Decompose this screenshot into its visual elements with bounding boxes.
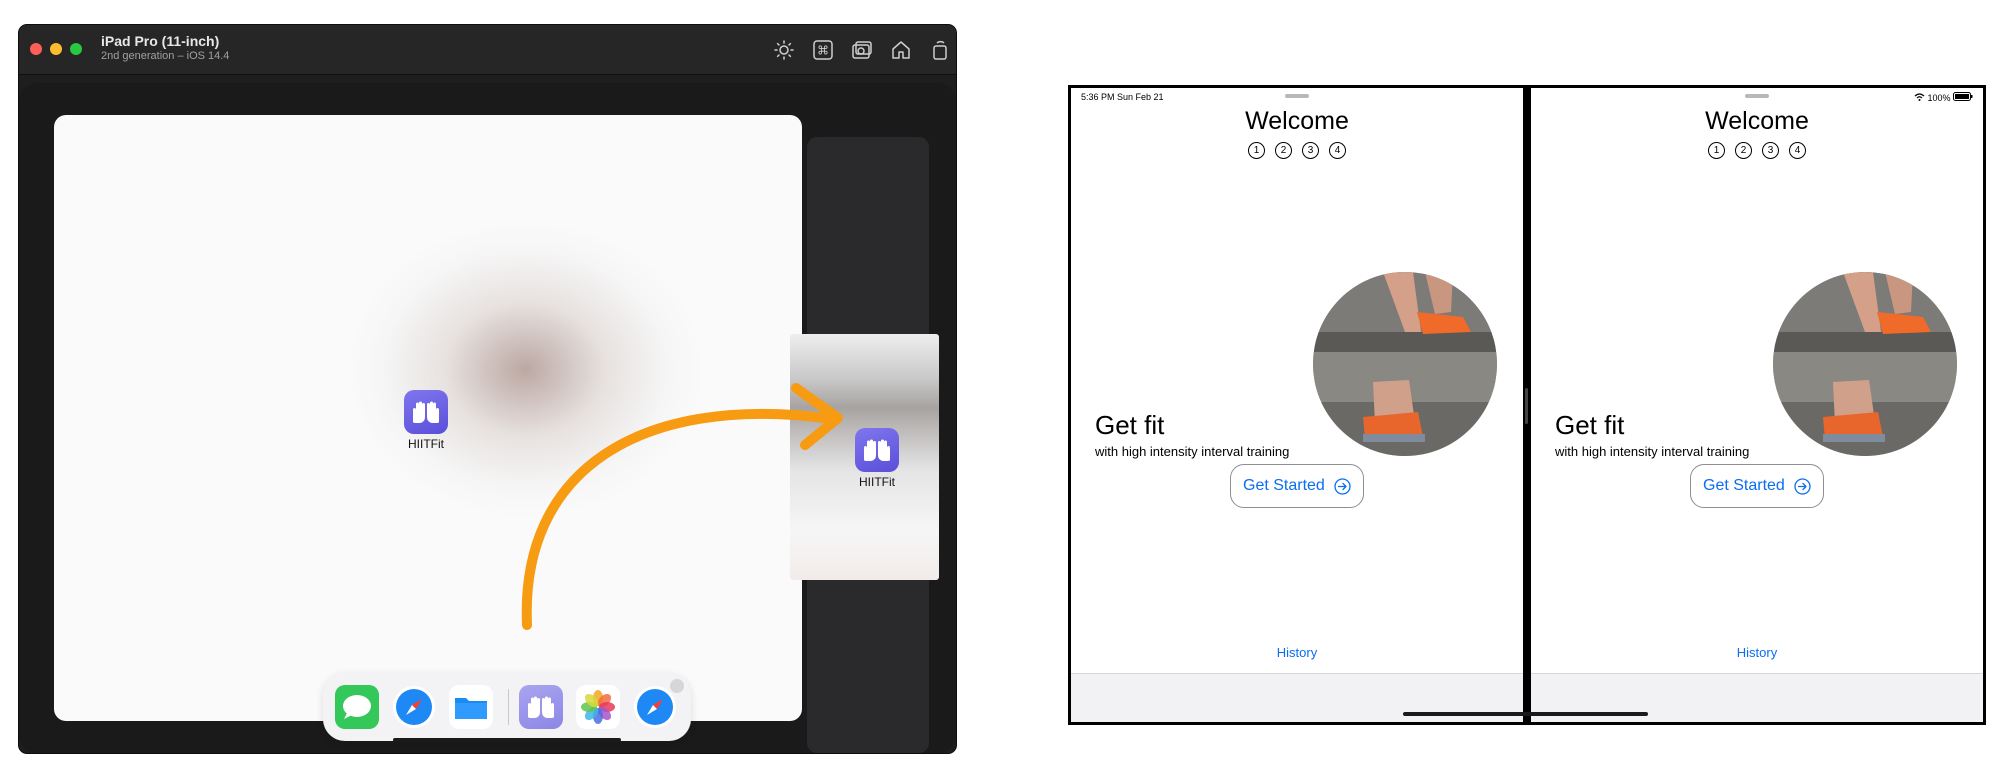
brightness-icon[interactable] [772, 38, 796, 62]
svg-text:⌘: ⌘ [817, 44, 829, 58]
dock [323, 673, 691, 741]
hiitfit-drag-label: HIITFit [859, 475, 895, 489]
page-3-indicator[interactable]: 3 [1762, 142, 1779, 159]
rotate-icon[interactable] [928, 38, 952, 62]
step-up-photo [1313, 272, 1497, 456]
screenshot-icon[interactable] [850, 38, 874, 62]
page-indicators: 1234 [1531, 140, 1983, 159]
device-detail: 2nd generation – iOS 14.4 [101, 50, 230, 62]
get-started-button[interactable]: Get Started [1690, 464, 1824, 508]
pane-grabber[interactable] [1745, 94, 1769, 98]
home-indicator[interactable] [393, 738, 621, 742]
page-1-indicator[interactable]: 1 [1708, 142, 1725, 159]
page-1-indicator[interactable]: 1 [1248, 142, 1265, 159]
get-fit-tagline: with high intensity interval training [1095, 444, 1290, 459]
close-window-button[interactable] [30, 43, 42, 55]
get-started-label: Get Started [1703, 477, 1785, 494]
get-started-label: Get Started [1243, 477, 1325, 494]
safari-icon[interactable] [392, 685, 436, 729]
arrow-right-circle-icon [1334, 478, 1351, 495]
hiitfit-app-label: HIITFit [408, 437, 444, 451]
dock-divider [508, 689, 509, 725]
minimize-window-button[interactable] [50, 43, 62, 55]
simulator-titlebar: iPad Pro (11-inch) 2nd generation – iOS … [19, 25, 956, 75]
battery-percent: 100% [1927, 93, 1951, 103]
safari-icon[interactable] [633, 685, 677, 729]
hiitfit-app-icon[interactable] [404, 390, 448, 434]
dock-remove-badge[interactable] [670, 679, 684, 693]
messages-icon[interactable] [335, 685, 379, 729]
split-view-screen: 5:36 PM Sun Feb 21 Welcome 1234 Get fit … [1068, 85, 1986, 725]
hiitfit-drag-icon [855, 428, 899, 472]
zoom-window-button[interactable] [70, 43, 82, 55]
command-icon[interactable]: ⌘ [811, 38, 835, 62]
hiitfit-icon[interactable] [519, 685, 563, 729]
page-4-indicator[interactable]: 4 [1329, 142, 1346, 159]
get-fit-tagline: with high intensity interval training [1555, 444, 1750, 459]
drag-preview[interactable]: HIITFit [790, 334, 939, 580]
device-name: iPad Pro (11-inch) [101, 33, 220, 49]
page-2-indicator[interactable]: 2 [1275, 142, 1292, 159]
simulator-window: iPad Pro (11-inch) 2nd generation – iOS … [19, 25, 956, 753]
status-time: 5:36 PM Sun Feb 21 [1081, 92, 1164, 102]
battery-icon [1953, 92, 1973, 103]
left-pane: 5:36 PM Sun Feb 21 Welcome 1234 Get fit … [1071, 88, 1523, 722]
divider-handle[interactable] [1525, 388, 1528, 424]
status-battery: 100% [1914, 92, 1973, 103]
step-up-photo [1773, 272, 1957, 456]
files-icon[interactable] [449, 685, 493, 729]
page-2-indicator[interactable]: 2 [1735, 142, 1752, 159]
get-fit-headline: Get fit [1095, 410, 1165, 440]
pane-grabber[interactable] [1285, 94, 1309, 98]
page-4-indicator[interactable]: 4 [1789, 142, 1806, 159]
get-fit-headline: Get fit [1555, 410, 1625, 440]
welcome-title: Welcome [1245, 107, 1349, 135]
get-started-button[interactable]: Get Started [1230, 464, 1364, 508]
right-pane: 100% Welcome 1234 Get fit with high inte… [1531, 88, 1983, 722]
home-icon[interactable] [889, 38, 913, 62]
photos-icon[interactable] [576, 685, 620, 729]
history-link[interactable]: History [1071, 645, 1523, 660]
wifi-icon [1914, 93, 1928, 103]
page-3-indicator[interactable]: 3 [1302, 142, 1319, 159]
history-link[interactable]: History [1531, 645, 1983, 660]
arrow-right-circle-icon [1794, 478, 1811, 495]
home-indicator[interactable] [1403, 712, 1648, 716]
page-indicators: 1234 [1071, 140, 1523, 159]
welcome-title: Welcome [1705, 107, 1809, 135]
